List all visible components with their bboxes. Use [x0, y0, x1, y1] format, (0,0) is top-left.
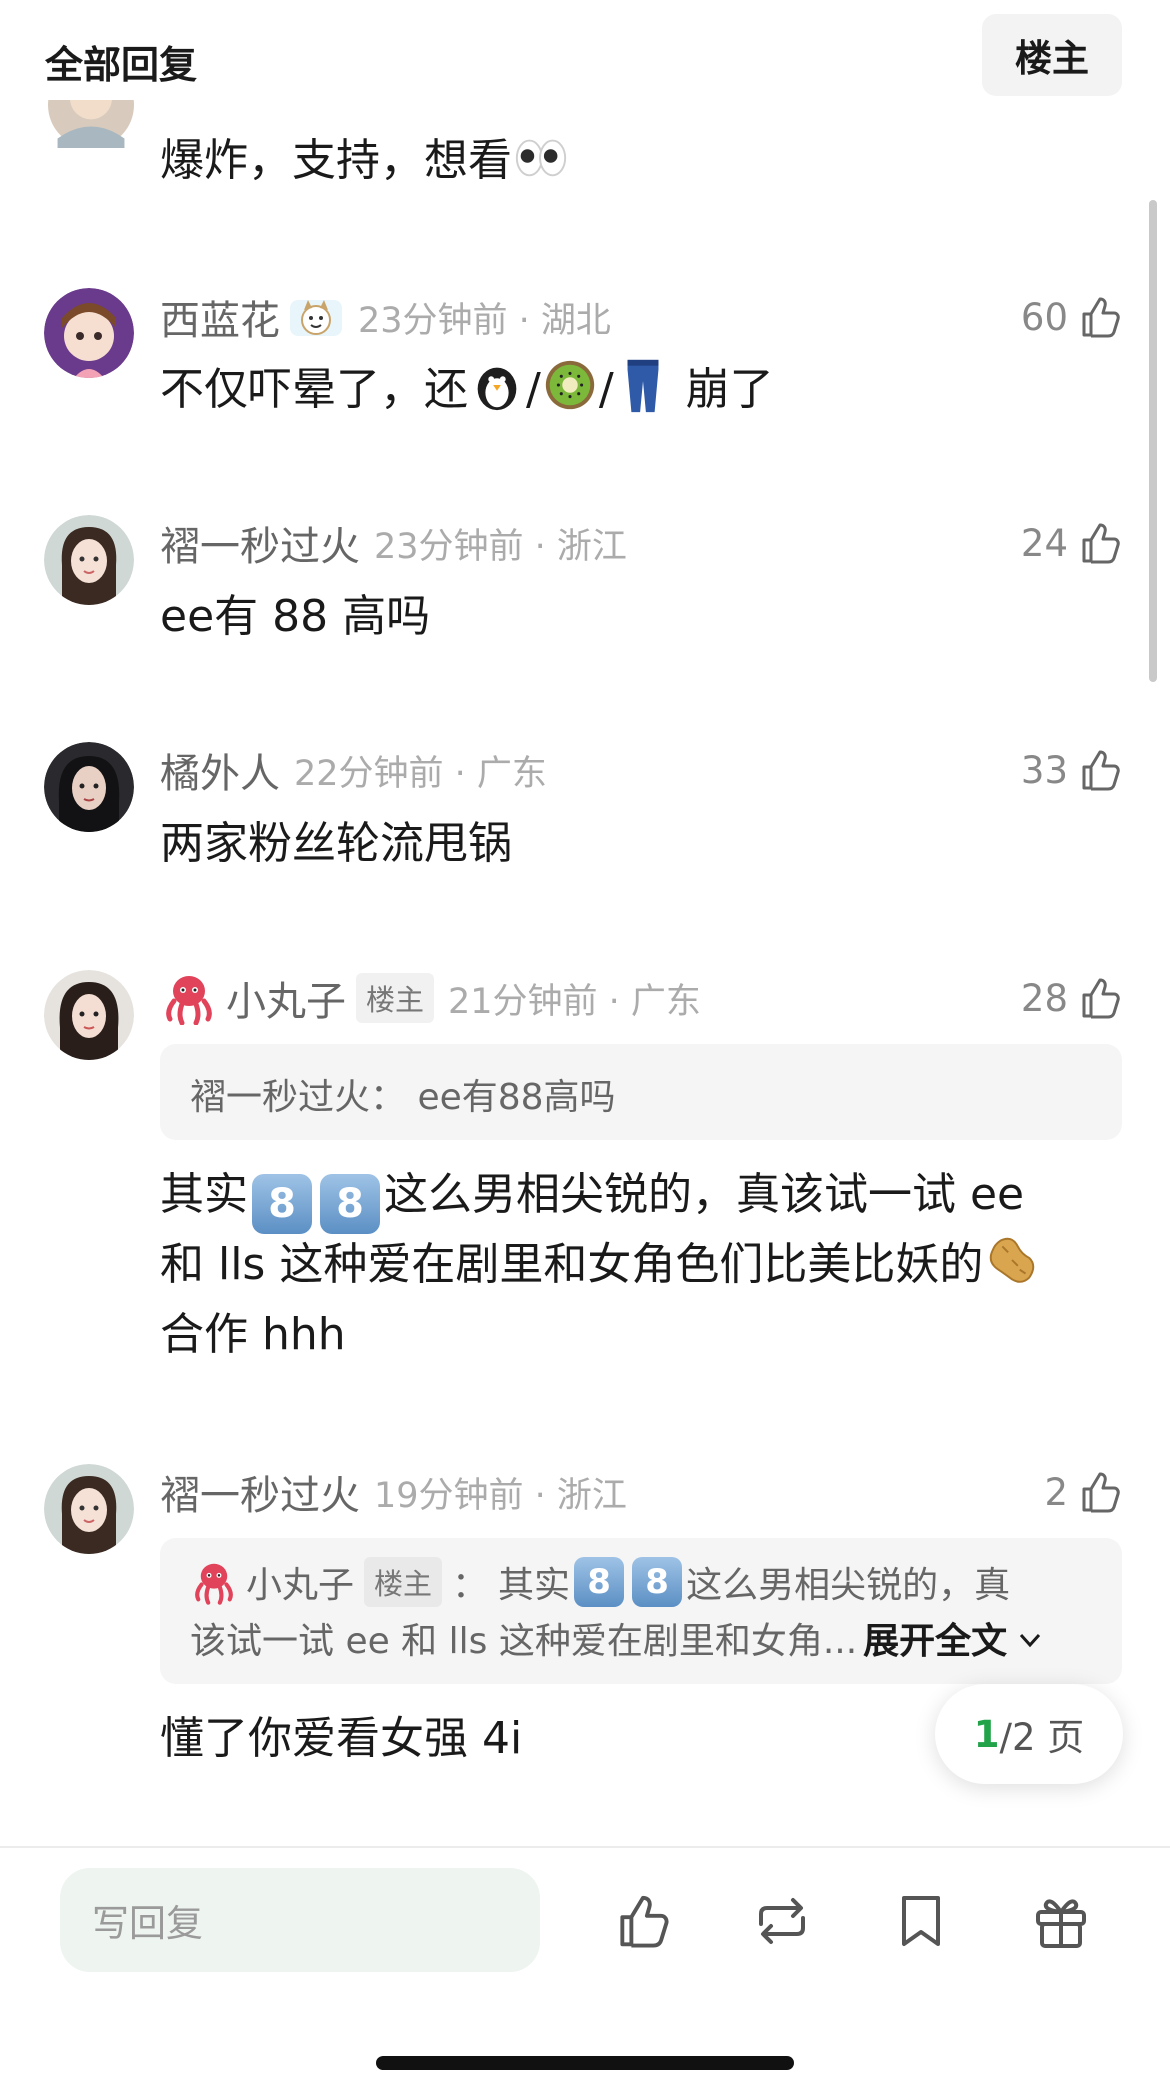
comment-meta: 褶一秒过火 23分钟前 · 浙江 — [160, 516, 627, 570]
comment-time-location: 22分钟前 · 广东 — [294, 753, 547, 794]
thumbs-up-icon — [1076, 974, 1124, 1022]
reply-input[interactable]: 写回复 — [60, 1868, 540, 1972]
like-button[interactable]: 33 — [1021, 743, 1124, 797]
comment-text: 懂了你爱看女强 4i — [160, 1713, 523, 1764]
page-title: 全部回复 — [45, 43, 198, 87]
quoted-reply[interactable]: 褶一秒过火： ee有88高吗 — [160, 1044, 1122, 1140]
current-page: 1 — [973, 1712, 1000, 1756]
thumbs-up-icon — [1076, 519, 1124, 567]
jeans-emoji — [614, 356, 672, 414]
avatar[interactable] — [44, 1464, 134, 1554]
cat-badge-icon — [288, 296, 344, 338]
comment-text-part: 其实 — [160, 1169, 248, 1220]
repost-icon[interactable] — [751, 1890, 813, 1952]
comment-text-part: 崩了 — [671, 364, 774, 415]
like-count: 2 — [1044, 1470, 1068, 1514]
comment-meta: 橘外人 22分钟前 · 广东 — [160, 743, 547, 797]
comment-text: 爆炸，支持，想看 — [160, 126, 570, 196]
username[interactable]: 小丸子 — [226, 969, 346, 1027]
like-count: 28 — [1020, 976, 1068, 1020]
avatar[interactable] — [44, 970, 134, 1060]
comment-meta: 小丸子 楼主 21分钟前 · 广东 — [160, 969, 701, 1027]
keycap-digit-emoji: 8 — [574, 1557, 625, 1607]
quoted-text-part: 其实 — [498, 1565, 571, 1606]
bookmark-icon[interactable] — [890, 1890, 952, 1952]
quoted-reply-line: 该试一试 ee 和 lls 这种爱在剧里和女角... 展开全文 — [190, 1610, 1092, 1666]
quoted-username[interactable]: 小丸子 — [246, 1556, 354, 1608]
quoted-text-part: 该试一试 ee 和 lls 这种爱在剧里和女角... — [190, 1621, 858, 1662]
quote-colon: ： — [452, 1565, 489, 1606]
comment-meta: 褶一秒过火 19分钟前 · 浙江 — [160, 1465, 627, 1519]
owner-tag: 楼主 — [364, 1557, 443, 1607]
comment-text: 和 lls 这种爱在剧里和女角色们比美比妖的 — [160, 1230, 1041, 1300]
quoted-text-part: 这么男相尖锐的，真 — [686, 1565, 1011, 1606]
owner-only-button[interactable]: 楼主 — [982, 14, 1122, 96]
octopus-emoji — [160, 971, 218, 1026]
eyes-emoji — [512, 127, 570, 185]
like-count: 24 — [1020, 521, 1068, 565]
quoted-reply-text: 褶一秒过火： ee有88高吗 — [190, 1077, 616, 1118]
keycap-digit-emoji: 8 — [320, 1174, 380, 1234]
comment-meta: 西蓝花 23分钟前 · 湖北 — [160, 290, 611, 344]
total-pages: /2 页 — [999, 1716, 1085, 1759]
home-indicator[interactable] — [376, 2056, 794, 2070]
like-button[interactable]: 2 — [1044, 1465, 1124, 1519]
comment-time-location: 23分钟前 · 湖北 — [358, 300, 611, 341]
comment-text-body: 爆炸，支持，想看 — [160, 135, 512, 186]
octopus-emoji — [190, 1559, 238, 1605]
avatar[interactable] — [44, 288, 134, 378]
avatar[interactable] — [44, 515, 134, 605]
comment-text: ee有 88 高吗 — [160, 591, 431, 642]
avatar[interactable] — [44, 742, 134, 832]
username[interactable]: 褶一秒过火 — [160, 514, 360, 572]
thumbs-up-icon — [1076, 1468, 1124, 1516]
thumbs-up-icon — [1076, 293, 1124, 341]
keycap-digit-emoji: 8 — [632, 1557, 683, 1607]
comment-time-location: 19分钟前 · 浙江 — [374, 1475, 627, 1516]
separator: / — [598, 364, 614, 415]
comment-time-location: 21分钟前 · 广东 — [448, 981, 701, 1022]
like-button[interactable]: 60 — [1021, 290, 1124, 344]
expand-full-text-link[interactable]: 展开全文 — [863, 1612, 1007, 1664]
owner-tag: 楼主 — [356, 973, 435, 1023]
penguin-emoji — [468, 356, 526, 414]
like-count: 60 — [1020, 295, 1068, 339]
separator: / — [526, 364, 541, 415]
comment-time-location: 23分钟前 · 浙江 — [374, 526, 627, 567]
scrollbar[interactable] — [1149, 200, 1157, 682]
comment-text-part: 不仅吓晕了，还 — [160, 364, 468, 415]
thumbs-up-icon — [1076, 746, 1124, 794]
comment-text: 合作 hhh — [160, 1309, 346, 1360]
like-count: 33 — [1020, 748, 1068, 792]
comment-text: 不仅吓晕了，还 / / 崩了 — [160, 355, 774, 425]
comment-text-part: 和 lls 这种爱在剧里和女角色们比美比妖的 — [160, 1239, 984, 1290]
divider — [0, 1846, 1170, 1848]
avatar[interactable] — [48, 100, 134, 150]
like-button[interactable]: 28 — [1021, 971, 1124, 1025]
chevron-down-icon[interactable] — [1015, 1623, 1045, 1653]
thumbs-up-icon[interactable] — [612, 1890, 674, 1952]
username[interactable]: 褶一秒过火 — [160, 1463, 360, 1521]
quoted-reply[interactable]: 小丸子 楼主 ： 其实 8 8 这么男相尖锐的，真 该试一试 ee 和 lls 这种爱… — [160, 1538, 1122, 1684]
comment-text: 其实 8 8 这么男相尖锐的，真该试一试 ee — [160, 1160, 1024, 1234]
peanuts-emoji — [983, 1231, 1041, 1289]
like-button[interactable]: 24 — [1021, 516, 1124, 570]
username[interactable]: 西蓝花 — [160, 288, 280, 346]
gift-icon[interactable] — [1030, 1890, 1092, 1952]
page-indicator[interactable]: 1/2 页 — [935, 1684, 1123, 1784]
quoted-reply-line: 小丸子 楼主 ： 其实 8 8 这么男相尖锐的，真 — [190, 1554, 1092, 1610]
header: 全部回复 楼主 — [0, 0, 1170, 116]
comment-text-part: 这么男相尖锐的，真该试一试 ee — [384, 1169, 1025, 1220]
comment-text: 两家粉丝轮流甩锅 — [160, 818, 512, 869]
username[interactable]: 橘外人 — [160, 741, 280, 799]
kiwi-emoji — [541, 356, 599, 414]
keycap-digit-emoji: 8 — [252, 1174, 312, 1234]
